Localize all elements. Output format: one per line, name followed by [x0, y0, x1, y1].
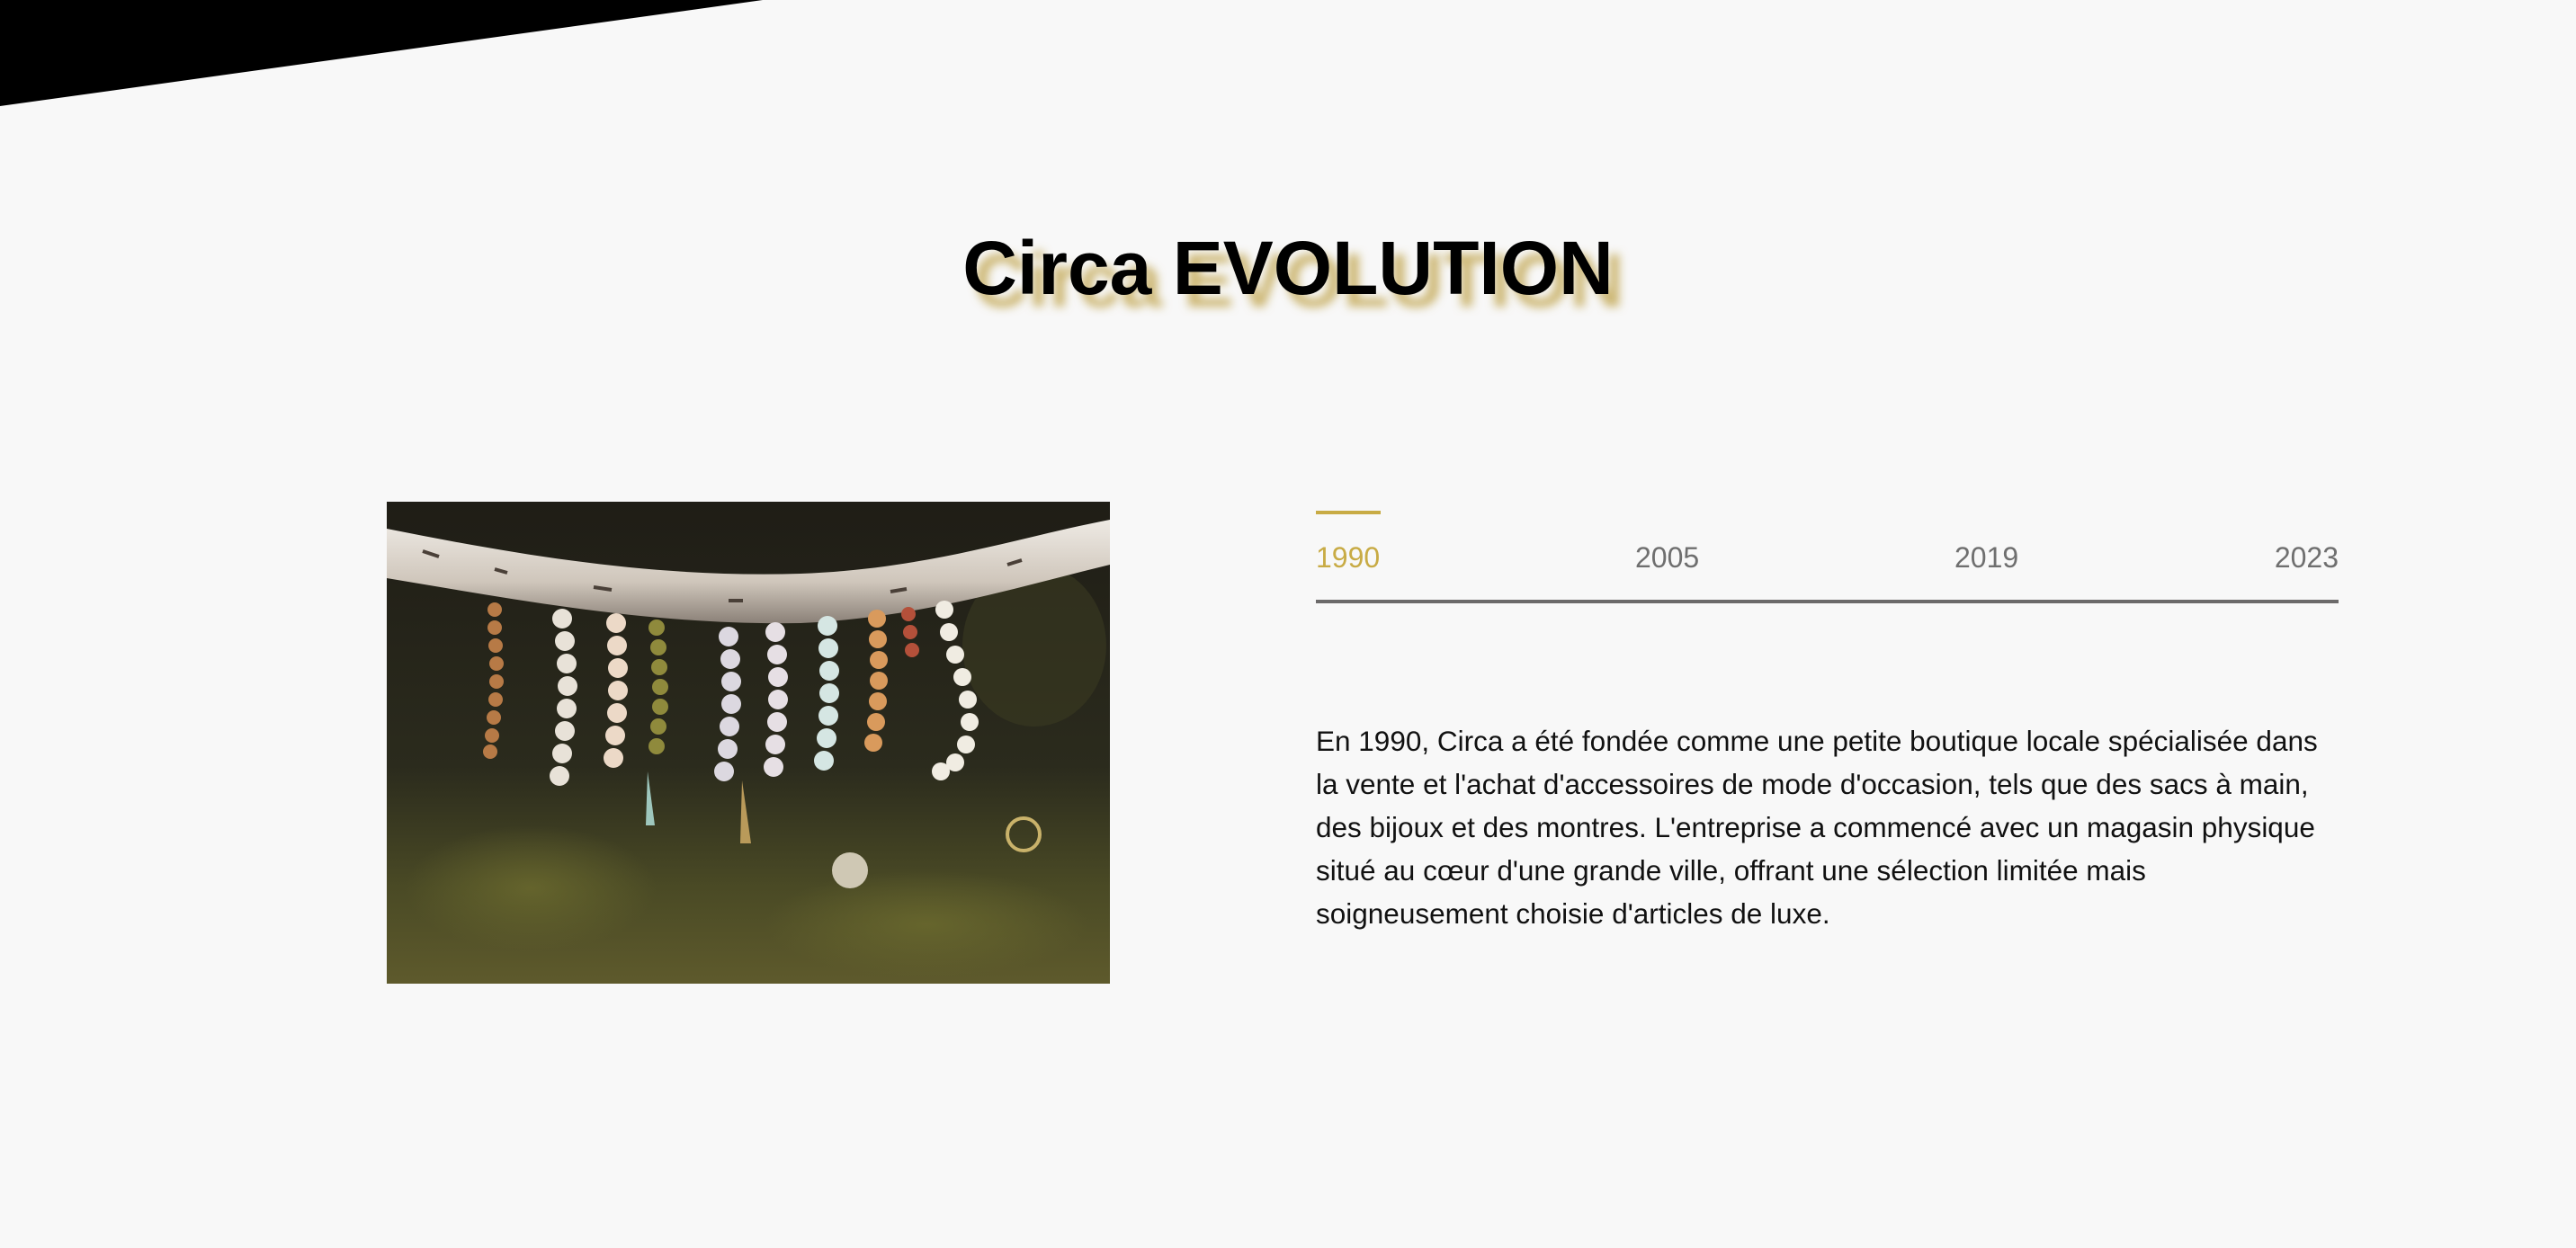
active-year-marker — [1316, 511, 1381, 514]
year-tab-2019[interactable]: 2019 — [1954, 538, 2018, 577]
bracelets-photo — [387, 502, 1110, 984]
page: Circa EVOLUTION 1990 2005 2019 2023 En 1… — [0, 0, 2576, 1248]
page-title: Circa EVOLUTION — [962, 226, 1614, 310]
timeline-line — [1316, 600, 2339, 603]
year-description: En 1990, Circa a été fondée comme une pe… — [1316, 725, 2318, 930]
year-tab-2005[interactable]: 2005 — [1635, 538, 1699, 577]
year-tab-2023[interactable]: 2023 — [2275, 538, 2339, 577]
timeline-years: 1990 2005 2019 2023 — [1316, 538, 2339, 577]
timeline: 1990 2005 2019 2023 — [1316, 511, 2339, 606]
year-tab-1990[interactable]: 1990 — [1316, 538, 1380, 577]
decorative-corner-shape — [0, 0, 763, 106]
